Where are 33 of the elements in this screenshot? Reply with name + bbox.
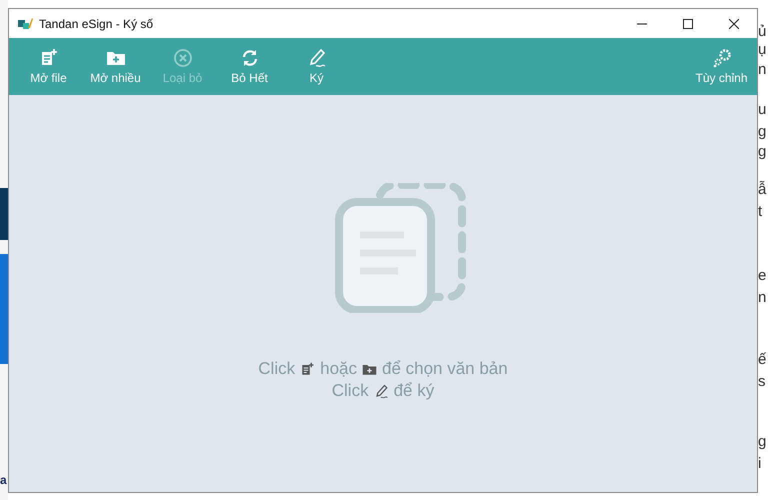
pen-icon bbox=[374, 384, 389, 398]
background-text: n bbox=[758, 288, 766, 308]
toolbar-button[interactable]: Mở file bbox=[15, 38, 82, 95]
background-text: t bbox=[758, 202, 762, 222]
background-text: ụ bbox=[758, 40, 766, 60]
new-file-icon bbox=[300, 362, 316, 376]
settings-button[interactable]: Tùy chỉnh bbox=[688, 38, 755, 95]
close-icon bbox=[729, 18, 739, 28]
background-text: e bbox=[758, 266, 766, 286]
window-title: Tandan eSign - Ký số bbox=[39, 16, 154, 30]
toolbar-button[interactable]: Ký bbox=[283, 38, 350, 95]
background-text: ẫ bbox=[758, 180, 766, 200]
toolbar-button[interactable]: Bỏ Hết bbox=[216, 38, 283, 95]
background-text: ủ bbox=[758, 22, 766, 42]
background-text: a bbox=[0, 472, 7, 489]
background-text: g bbox=[758, 142, 766, 162]
maximize-icon bbox=[683, 18, 693, 28]
app-logo-icon bbox=[17, 16, 33, 32]
close-circle-icon bbox=[172, 48, 192, 68]
background-text: s bbox=[758, 372, 766, 392]
background-text: g bbox=[758, 432, 766, 452]
hint-text: hoặc bbox=[320, 359, 357, 379]
background-text: ế bbox=[758, 350, 766, 370]
toolbar-button[interactable]: Mở nhiều bbox=[82, 38, 149, 95]
background-text: g bbox=[758, 122, 766, 142]
hint-text: để ký bbox=[394, 381, 434, 401]
hint-text: để chọn văn bản bbox=[382, 359, 508, 379]
background-text: i bbox=[758, 454, 762, 474]
hint-text: Click bbox=[332, 381, 369, 401]
hint-text: Click bbox=[258, 359, 296, 379]
gears-icon bbox=[712, 48, 732, 68]
background-text: n bbox=[758, 60, 766, 80]
background-text: u bbox=[758, 100, 766, 120]
